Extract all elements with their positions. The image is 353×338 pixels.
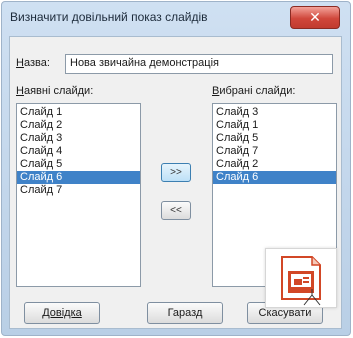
list-item[interactable]: Слайд 3: [213, 106, 336, 119]
list-item[interactable]: Слайд 5: [17, 158, 140, 171]
ok-button[interactable]: Гаразд: [147, 302, 223, 324]
list-item[interactable]: Слайд 1: [213, 119, 336, 132]
presentation-app-icon-graphic: [281, 256, 321, 306]
list-item[interactable]: Слайд 6: [17, 171, 140, 184]
dialog-title: Визначити довільний показ слайдів: [10, 10, 208, 24]
dialog-window: Визначити довільний показ слайдів ✕ Назв…: [1, 1, 351, 336]
name-label: Назва:: [16, 57, 50, 69]
list-item[interactable]: Слайд 7: [17, 184, 140, 197]
available-slides-list[interactable]: Слайд 1 Слайд 2 Слайд 3 Слайд 4 Слайд 5 Слайд…: [16, 103, 141, 287]
list-item[interactable]: Слайд 2: [17, 119, 140, 132]
title-bar: Визначити довільний показ слайдів ✕: [2, 2, 350, 36]
close-button[interactable]: ✕: [290, 6, 340, 29]
presentation-app-icon: [265, 248, 337, 308]
list-item[interactable]: Слайд 6: [213, 171, 336, 184]
help-button[interactable]: Довідка: [24, 302, 100, 324]
list-item[interactable]: Слайд 4: [17, 145, 140, 158]
list-item[interactable]: Слайд 2: [213, 158, 336, 171]
list-item[interactable]: Слайд 7: [213, 145, 336, 158]
available-slides-label: Наявні слайди:: [16, 85, 94, 97]
remove-slides-button[interactable]: <<: [161, 201, 191, 220]
list-item[interactable]: Слайд 1: [17, 106, 140, 119]
list-item[interactable]: Слайд 5: [213, 132, 336, 145]
add-slides-button[interactable]: >>: [161, 163, 191, 182]
list-item[interactable]: Слайд 3: [17, 132, 140, 145]
chosen-slides-label: Вибрані слайди:: [212, 85, 296, 97]
name-input[interactable]: Нова звичайна демонстрація: [65, 54, 333, 74]
